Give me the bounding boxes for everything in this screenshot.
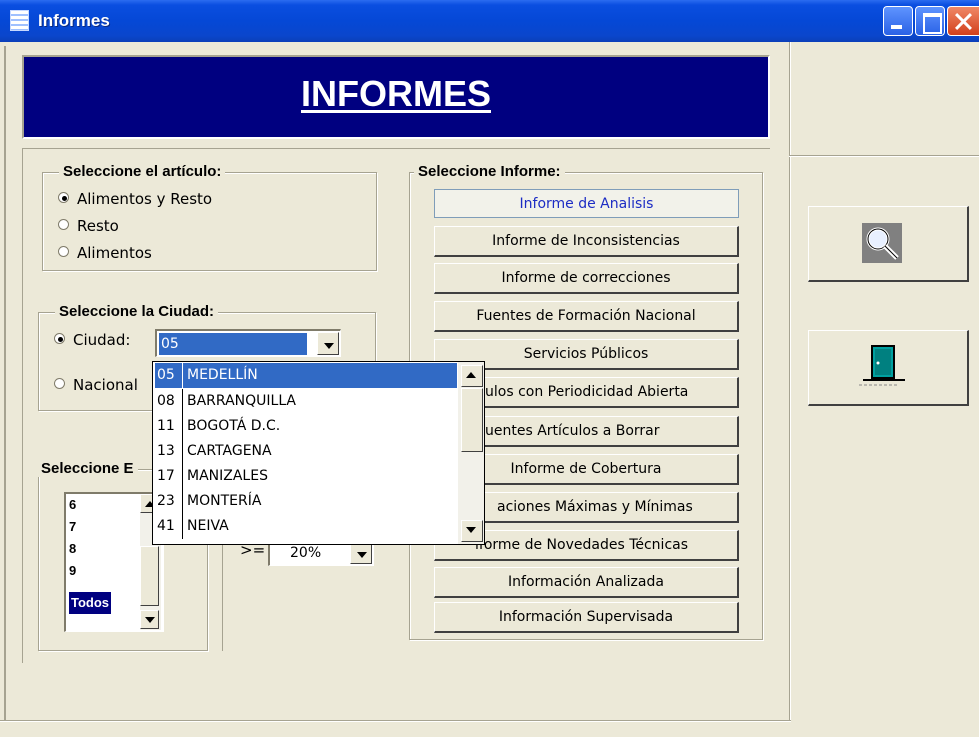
radio-ciudad[interactable]: Ciudad: bbox=[54, 331, 130, 349]
radio-alimentos-y-resto[interactable]: Alimentos y Resto bbox=[58, 190, 212, 208]
exit-button[interactable] bbox=[808, 330, 969, 406]
option-name: MANIZALES bbox=[187, 468, 268, 484]
option-code: 41 bbox=[157, 518, 175, 534]
radio-label: Resto bbox=[77, 217, 119, 235]
dropdown-option[interactable]: 08 BARRANQUILLA bbox=[155, 389, 457, 414]
magnifier-icon bbox=[862, 223, 902, 263]
option-code: 13 bbox=[157, 443, 175, 459]
radio-label: Nacional bbox=[73, 376, 138, 394]
option-name: BOGOTÁ D.C. bbox=[187, 418, 281, 434]
option-separator bbox=[182, 464, 183, 489]
radio-checked-icon bbox=[58, 192, 69, 203]
option-name: BARRANQUILLA bbox=[187, 393, 297, 409]
scroll-thumb[interactable] bbox=[140, 546, 159, 606]
option-name: MEDELLÍN bbox=[187, 367, 258, 383]
side-separator bbox=[789, 155, 979, 157]
radio-label: Ciudad: bbox=[73, 331, 131, 349]
ciudad-dropdown-list[interactable]: 05 MEDELLÍN 08 BARRANQUILLA 11 BOGOTÁ D.C. … bbox=[152, 361, 485, 545]
informe-analisis-button[interactable]: Informe de Analisis bbox=[434, 189, 739, 218]
page-title: INFORMES bbox=[300, 73, 491, 114]
dropdown-option[interactable]: 05 MEDELLÍN bbox=[155, 363, 457, 388]
vertical-divider bbox=[789, 42, 791, 722]
list-item[interactable]: 7 bbox=[69, 516, 76, 538]
list-item-selected[interactable]: Todos bbox=[69, 592, 112, 614]
scroll-down-icon[interactable] bbox=[461, 520, 483, 542]
scroll-down-icon[interactable] bbox=[140, 610, 159, 629]
search-button[interactable] bbox=[808, 206, 969, 282]
option-code: 11 bbox=[157, 418, 175, 434]
radio-resto[interactable]: Resto bbox=[58, 217, 119, 235]
percent-value: 20% bbox=[290, 545, 322, 561]
informe-correcciones-button[interactable]: Informe de correcciones bbox=[434, 263, 739, 294]
window-edge bbox=[4, 46, 6, 720]
informacion-analizada-button[interactable]: Información Analizada bbox=[434, 567, 739, 598]
exit-door-icon bbox=[859, 345, 905, 386]
dropdown-scrollbar[interactable] bbox=[458, 362, 484, 544]
dropdown-option[interactable]: 17 MANIZALES bbox=[155, 464, 457, 489]
dropdown-option[interactable]: 41 NEIVA bbox=[155, 514, 457, 539]
option-code: 08 bbox=[157, 393, 175, 409]
option-separator bbox=[182, 389, 183, 414]
scroll-up-icon[interactable] bbox=[461, 365, 483, 387]
bottom-separator bbox=[0, 720, 791, 722]
option-separator bbox=[182, 514, 183, 539]
dropdown-option[interactable]: 23 MONTERÍA bbox=[155, 489, 457, 514]
option-name: NEIVA bbox=[187, 518, 229, 534]
list-item[interactable]: 6 bbox=[69, 494, 76, 516]
dropdown-option[interactable]: 13 CARTAGENA bbox=[155, 439, 457, 464]
informe-legend: Seleccione Informe: bbox=[414, 163, 565, 180]
option-separator bbox=[182, 414, 183, 439]
radio-nacional[interactable]: Nacional bbox=[54, 376, 138, 394]
option-separator bbox=[182, 363, 183, 388]
scroll-thumb[interactable] bbox=[461, 388, 483, 452]
articulo-legend: Seleccione el artículo: bbox=[59, 163, 226, 180]
ciudad-combobox[interactable]: 05 bbox=[155, 329, 341, 357]
dropdown-option[interactable]: 11 BOGOTÁ D.C. bbox=[155, 414, 457, 439]
option-code: 23 bbox=[157, 493, 175, 509]
radio-label: Alimentos bbox=[77, 244, 152, 262]
categoria-listbox[interactable]: 6 7 8 9 Todos bbox=[64, 492, 164, 632]
option-code: 05 bbox=[157, 367, 175, 383]
chevron-down-icon[interactable] bbox=[317, 332, 339, 355]
fuentes-formacion-button[interactable]: Fuentes de Formación Nacional bbox=[434, 301, 739, 332]
option-name: MONTERÍA bbox=[187, 493, 262, 509]
informe-inconsistencias-button[interactable]: Informe de Inconsistencias bbox=[434, 226, 739, 257]
option-code: 17 bbox=[157, 468, 175, 484]
ciudad-selected-value: 05 bbox=[159, 333, 307, 355]
radio-checked-icon bbox=[54, 333, 65, 344]
radio-unchecked-icon bbox=[58, 246, 69, 257]
ciudad-legend: Seleccione la Ciudad: bbox=[55, 303, 219, 320]
radio-label: Alimentos y Resto bbox=[77, 190, 213, 208]
maximize-button[interactable] bbox=[915, 6, 945, 36]
seleccione-legend: Seleccione E bbox=[37, 460, 138, 477]
list-item[interactable]: 9 bbox=[69, 560, 76, 582]
list-item[interactable]: 8 bbox=[69, 538, 76, 560]
radio-alimentos[interactable]: Alimentos bbox=[58, 244, 152, 262]
close-button[interactable] bbox=[947, 6, 979, 36]
informacion-supervisada-button[interactable]: Información Supervisada bbox=[434, 602, 739, 633]
option-name: CARTAGENA bbox=[187, 443, 272, 459]
app-icon bbox=[10, 10, 29, 31]
window-title: Informes bbox=[38, 11, 110, 30]
option-separator bbox=[182, 489, 183, 514]
minimize-button[interactable] bbox=[883, 6, 913, 36]
window-titlebar: Informes bbox=[0, 0, 979, 42]
option-separator bbox=[182, 439, 183, 464]
header-banner: INFORMES bbox=[22, 55, 770, 139]
radio-unchecked-icon bbox=[58, 219, 69, 230]
radio-unchecked-icon bbox=[54, 378, 65, 389]
